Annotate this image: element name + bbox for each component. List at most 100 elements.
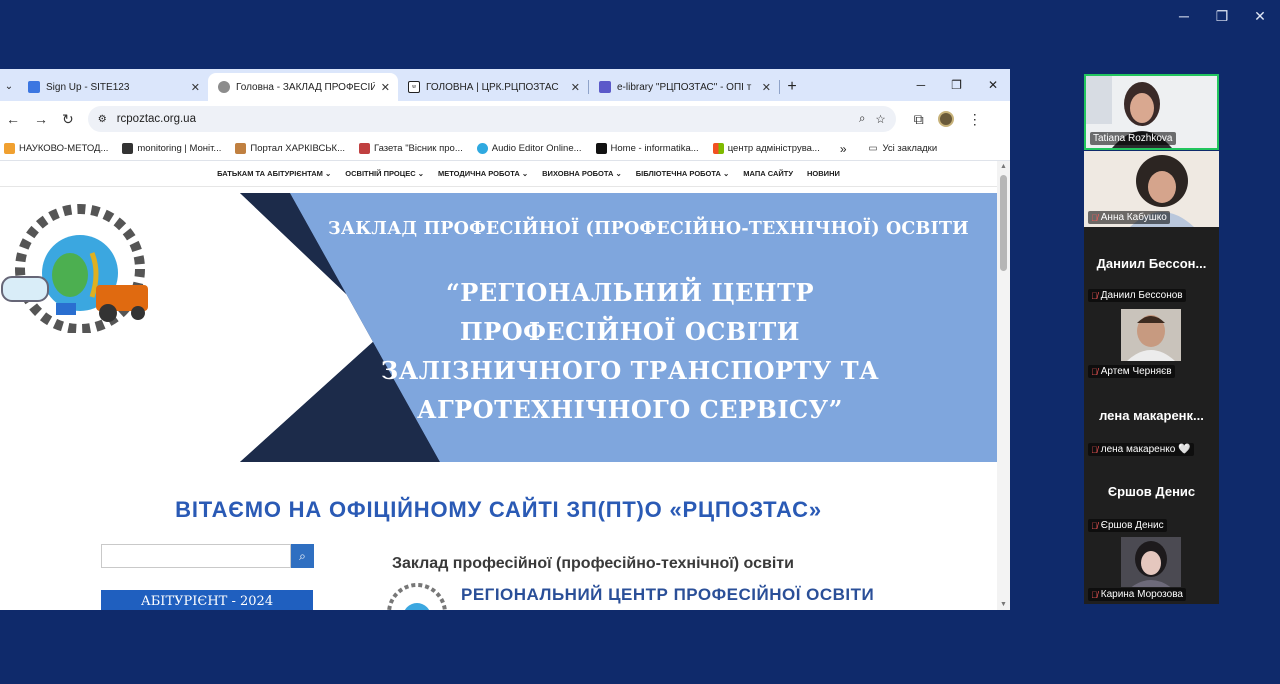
mic-muted-icon: 🎙̸ xyxy=(1091,212,1098,223)
tab-close-icon[interactable]: ✕ xyxy=(191,81,200,94)
bookmark-folder-icon xyxy=(4,143,15,154)
institution-logo xyxy=(1,204,148,333)
welcome-heading: ВІТАЄМО НА ОФІЦІЙНОМУ САЙТІ ЗП(ПТ)О «РЦП… xyxy=(175,497,822,522)
mic-muted-icon: 🎙̸ xyxy=(1091,290,1098,301)
nav-parents-applicants[interactable]: БАТЬКАМ ТА АБІТУРІЄНТАМ ⌄ xyxy=(217,169,331,178)
bookmark-item[interactable]: НАУКОВО-МЕТОД... xyxy=(4,143,108,154)
audio-editor-icon xyxy=(476,143,488,154)
participant-tile[interactable]: 🎙̸ Артем Черняєв xyxy=(1084,305,1219,381)
address-bar[interactable]: ⚙ rcpoztac.org.ua ⌕ ☆ xyxy=(87,106,896,132)
tab-title: e-library "РЦПОЗТАС" - ОПІ т xyxy=(617,81,752,93)
tab-title: Sign Up - SITE123 xyxy=(46,81,130,93)
intro-title: РЕГІОНАЛЬНИЙ ЦЕНТР ПРОФЕСІЙНОЇ ОСВІТИ xyxy=(461,585,875,604)
browser-restore-button[interactable]: ❐ xyxy=(951,78,962,92)
browser-toolbar: ← → ↻ ⚙ rcpoztac.org.ua ⌕ ☆ ⧉ ⋮ xyxy=(0,101,1010,137)
extensions-puzzle-icon[interactable]: ⧉ xyxy=(914,111,924,128)
participant-photo xyxy=(1121,537,1181,587)
participant-tile[interactable]: 🎙̸ Карина Морозова xyxy=(1084,535,1219,604)
participant-tile[interactable]: Єршов Денис 🎙̸ Єршов Денис xyxy=(1084,459,1219,535)
bookmark-item[interactable]: центр адмініструва... xyxy=(712,143,820,154)
library-icon xyxy=(599,81,611,93)
page-scrollbar[interactable]: ▲ ▼ xyxy=(997,161,1010,610)
new-tab-button[interactable]: + xyxy=(780,73,804,101)
shared-browser-window: ⌄ Sign Up - SITE123 ✕ Головна - ЗАКЛАД П… xyxy=(0,69,1010,610)
bookmark-item[interactable]: Газета "Вісник про... xyxy=(359,143,463,154)
participant-tile-active-speaker[interactable]: Tatiana Rozhkova xyxy=(1084,74,1219,150)
scroll-up-arrow-icon[interactable]: ▲ xyxy=(1000,163,1007,170)
tab-search-chevron-icon[interactable]: ⌄ xyxy=(0,74,18,98)
tab-close-icon[interactable]: ✕ xyxy=(381,81,390,94)
tab-close-icon[interactable]: ✕ xyxy=(762,81,771,94)
participant-display-name: Даниил Бессон... xyxy=(1096,256,1207,271)
bookmarks-overflow-icon[interactable]: » xyxy=(840,142,847,156)
tab-crk-home[interactable]: w ГОЛОВНА | ЦРК.РЦПОЗТАС ✕ xyxy=(398,73,588,101)
site-main-nav: БАТЬКАМ ТА АБІТУРІЄНТАМ ⌄ ОСВІТНІЙ ПРОЦЕ… xyxy=(0,161,997,187)
browser-minimize-button[interactable]: ─ xyxy=(917,78,926,92)
browser-menu-icon[interactable]: ⋮ xyxy=(968,111,982,128)
bookmark-star-icon[interactable]: ☆ xyxy=(875,112,885,126)
nav-news[interactable]: НОВИНИ xyxy=(807,169,840,178)
bookmark-item[interactable]: monitoring | Моніт... xyxy=(122,143,221,154)
cursor-icon xyxy=(595,143,607,154)
search-icon[interactable]: ⌕ xyxy=(291,544,314,568)
tab-title: ГОЛОВНА | ЦРК.РЦПОЗТАС xyxy=(426,81,559,93)
bookmark-item[interactable]: Audio Editor Online... xyxy=(476,143,582,154)
nav-educational-work[interactable]: ВИХОВНА РОБОТА ⌄ xyxy=(542,169,622,178)
scroll-down-arrow-icon[interactable]: ▼ xyxy=(1000,601,1007,608)
microsoft-icon xyxy=(712,143,724,154)
intro-heading: Заклад професійної (професійно-технічної… xyxy=(392,555,794,572)
profile-avatar[interactable] xyxy=(937,111,954,127)
restore-button[interactable]: ❐ xyxy=(1214,8,1230,25)
nav-educational-process[interactable]: ОСВІТНІЙ ПРОЦЕС ⌄ xyxy=(345,169,424,178)
tab-strip: ⌄ Sign Up - SITE123 ✕ Головна - ЗАКЛАД П… xyxy=(0,69,1010,101)
browser-window-controls: ─ ❐ ✕ xyxy=(917,69,1010,101)
folder-icon: ▭ xyxy=(868,143,878,154)
zoom-search-icon[interactable]: ⌕ xyxy=(859,113,865,126)
bookmark-item[interactable]: Портал ХАРКІВСЬК... xyxy=(235,143,345,154)
participant-name: 🎙̸ Даниил Бессонов xyxy=(1088,289,1186,302)
site-icon xyxy=(218,81,230,93)
bookmarks-bar: НАУКОВО-МЕТОД... monitoring | Моніт... П… xyxy=(0,137,1010,161)
intro-logo xyxy=(387,583,447,610)
nav-site-map[interactable]: МАПА САЙТУ xyxy=(743,169,793,178)
participant-name: 🎙̸ Артем Черняєв xyxy=(1088,365,1175,378)
wix-icon xyxy=(122,143,134,154)
bookmark-item[interactable]: Home - informatika... xyxy=(595,143,699,154)
participant-display-name: лена макаренк... xyxy=(1099,408,1204,423)
forward-arrow-icon[interactable]: → xyxy=(34,111,48,127)
tab-e-library[interactable]: e-library "РЦПОЗТАС" - ОПІ т ✕ xyxy=(589,73,779,101)
participant-name: 🎙̸ Карина Морозова xyxy=(1088,588,1186,601)
minimize-button[interactable]: ─ xyxy=(1176,8,1192,25)
participant-display-name: Єршов Денис xyxy=(1107,484,1196,499)
mic-muted-icon: 🎙̸ xyxy=(1091,366,1098,377)
url-text[interactable]: rcpoztac.org.ua xyxy=(117,113,849,125)
site-settings-icon[interactable]: ⚙ xyxy=(98,114,107,125)
reload-icon[interactable]: ↻ xyxy=(62,111,74,128)
applicant-2024-button[interactable]: АБІТУРІЄНТ - 2024 xyxy=(101,590,313,610)
wix-icon: w xyxy=(408,81,420,93)
mic-muted-icon: 🎙̸ xyxy=(1091,520,1098,531)
tab-rcpoztac-home[interactable]: Головна - ЗАКЛАД ПРОФЕСІЙ ✕ xyxy=(208,73,398,101)
back-arrow-icon[interactable]: ← xyxy=(6,111,20,127)
participant-tile[interactable]: 🎙̸ Анна Кабушко xyxy=(1084,151,1219,227)
participant-name: 🎙̸ лена макаренко 🤍 xyxy=(1088,443,1194,456)
browser-close-button[interactable]: ✕ xyxy=(988,78,998,92)
web-page: БАТЬКАМ ТА АБІТУРІЄНТАМ ⌄ ОСВІТНІЙ ПРОЦЕ… xyxy=(0,161,997,610)
tab-site123[interactable]: Sign Up - SITE123 ✕ xyxy=(18,73,208,101)
participant-tile[interactable]: Даниил Бессон... 🎙̸ Даниил Бессонов xyxy=(1084,227,1219,305)
banner-subtitle: ЗАКЛАД ПРОФЕСІЙНОЇ (ПРОФЕСІЙНО-ТЕХНІЧНОЇ… xyxy=(328,219,969,239)
participant-name: 🎙̸ Єршов Денис xyxy=(1088,519,1167,532)
portal-icon xyxy=(235,143,247,154)
scrollbar-thumb[interactable] xyxy=(1000,175,1007,271)
tab-title: Головна - ЗАКЛАД ПРОФЕСІЙ xyxy=(236,81,375,93)
hero-banner: ЗАКЛАД ПРОФЕСІЙНОЇ (ПРОФЕСІЙНО-ТЕХНІЧНОЇ… xyxy=(0,193,997,462)
site-search-input[interactable] xyxy=(101,544,291,568)
nav-methodical-work[interactable]: МЕТОДИЧНА РОБОТА ⌄ xyxy=(438,169,528,178)
participant-tile[interactable]: лена макаренк... 🎙̸ лена макаренко 🤍 xyxy=(1084,381,1219,459)
mic-muted-icon: 🎙̸ xyxy=(1091,444,1098,455)
newspaper-icon xyxy=(359,143,371,154)
tab-close-icon[interactable]: ✕ xyxy=(571,81,580,94)
close-button[interactable]: ✕ xyxy=(1252,8,1268,25)
nav-library-work[interactable]: БІБЛІОТЕЧНА РОБОТА ⌄ xyxy=(636,169,729,178)
all-bookmarks-button[interactable]: ▭ Усі закладки xyxy=(869,143,938,154)
